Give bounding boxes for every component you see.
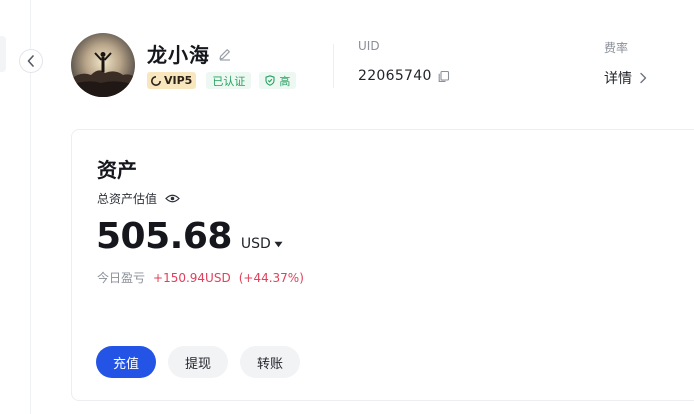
caret-down-icon — [274, 241, 283, 248]
uid-label: UID — [358, 39, 380, 53]
daily-pnl-label: 今日盈亏 — [97, 271, 146, 285]
balance-row: 505.68 USD — [96, 216, 283, 257]
vip-icon — [151, 75, 161, 86]
profile-badges: VIP5 已认证 高 — [147, 72, 297, 89]
avatar[interactable] — [71, 33, 135, 97]
total-assets-label: 总资产估值 — [97, 192, 158, 206]
currency-value: USD — [240, 236, 271, 252]
copy-icon[interactable] — [437, 70, 450, 83]
fee-rate-details-link[interactable]: 详情 — [604, 68, 648, 88]
total-assets-row: 总资产估值 — [97, 190, 180, 207]
chevron-left-icon — [27, 55, 34, 67]
security-level-badge[interactable]: 高 — [259, 72, 297, 89]
withdraw-button[interactable]: 提现 — [168, 346, 228, 378]
currency-dropdown[interactable]: USD — [241, 236, 283, 252]
total-balance: 505.68 — [96, 216, 232, 257]
assets-card: 资产 总资产估值 505.68 USD 今日盈亏 +150.94USD (+44… — [71, 129, 694, 401]
security-level-text: 高 — [279, 74, 291, 88]
verified-badge[interactable]: 已认证 — [206, 72, 252, 89]
vip-level: VIP5 — [164, 74, 193, 87]
fee-rate-label: 费率 — [604, 41, 629, 55]
uid-value: 22065740 — [358, 68, 432, 84]
daily-pnl-amount: +150.94USD — [153, 270, 231, 285]
daily-pnl-percent: (+44.37%) — [238, 270, 304, 285]
account-overview-page: 龙小海 VIP5 已认证 高 UID 22065740 费率 详情 资产 总资产… — [0, 0, 694, 414]
fee-details-text: 详情 — [604, 71, 632, 87]
transfer-button[interactable]: 转账 — [240, 346, 300, 378]
asset-actions: 充值 提现 转账 — [96, 346, 300, 378]
daily-pnl-row: 今日盈亏 +150.94USD (+44.37%) — [97, 269, 304, 286]
vip-badge[interactable]: VIP5 — [147, 72, 197, 89]
sidebar-active-item[interactable] — [0, 36, 6, 72]
uid-row: 22065740 — [358, 68, 450, 84]
assets-title: 资产 — [97, 158, 137, 182]
eye-icon[interactable] — [165, 193, 180, 204]
edit-icon[interactable] — [218, 47, 232, 61]
shield-check-icon — [265, 75, 275, 86]
header-divider — [333, 44, 334, 88]
deposit-button[interactable]: 充值 — [96, 346, 156, 378]
username-row: 龙小海 — [147, 39, 232, 68]
chevron-right-icon — [639, 72, 648, 84]
sidebar-collapse-button[interactable] — [19, 49, 43, 73]
username: 龙小海 — [147, 43, 210, 67]
